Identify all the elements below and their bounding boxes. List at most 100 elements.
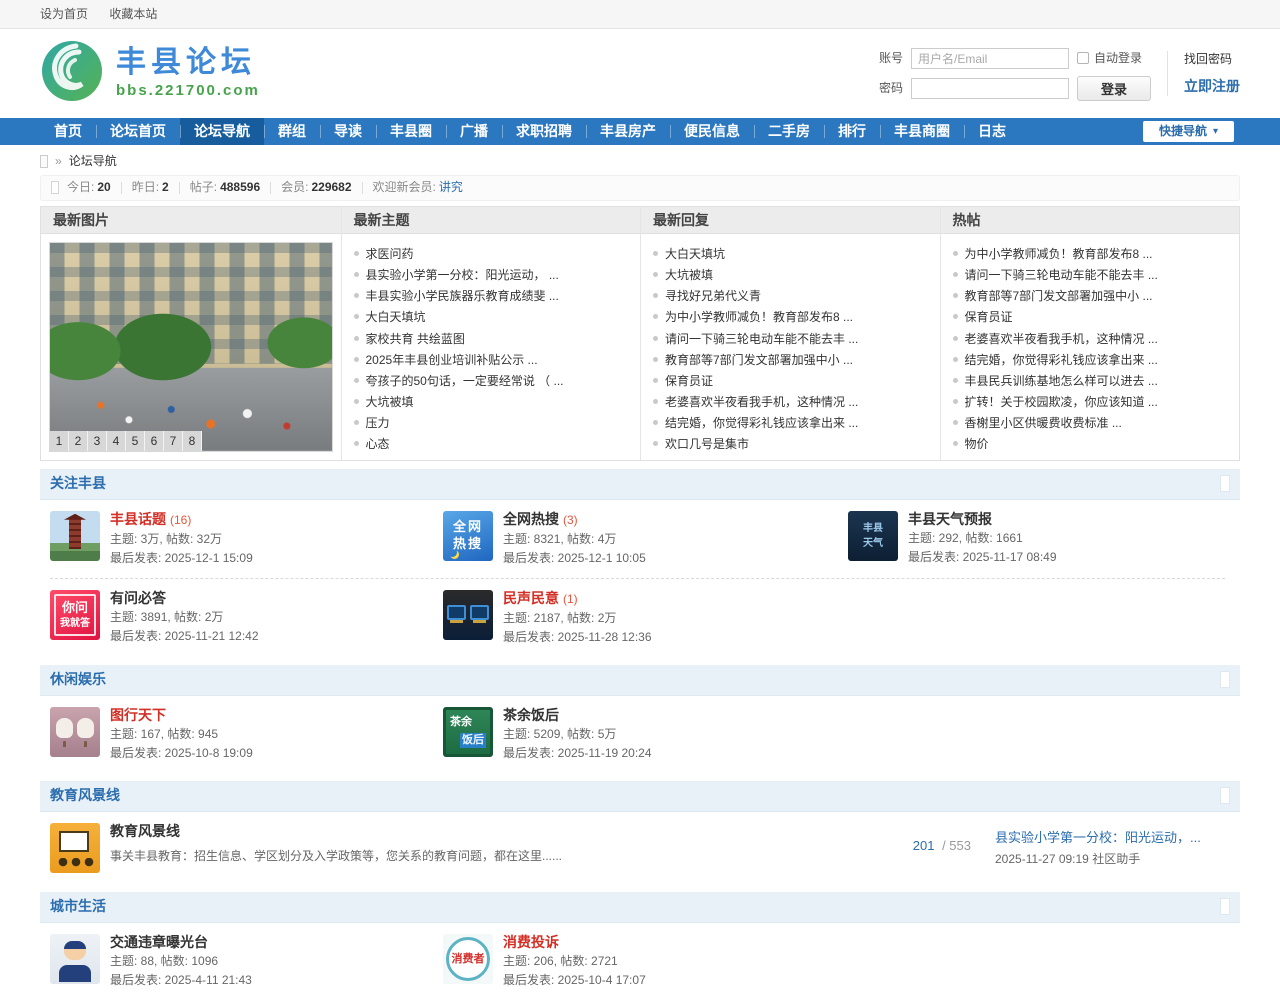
reply-link[interactable]: 教育部等7部门发文部署加强中小 ... — [665, 353, 853, 367]
topic-link[interactable]: 2025年丰县创业培训补贴公示 ... — [366, 353, 538, 367]
forum-link[interactable]: 有问必答 — [110, 590, 166, 606]
pagoda-forum-icon[interactable] — [50, 511, 100, 561]
latest-images-column: 最新图片 1 2 3 4 5 6 7 8 — [41, 207, 341, 460]
collapse-icon[interactable] — [1220, 787, 1230, 804]
latest-image[interactable]: 1 2 3 4 5 6 7 8 — [49, 242, 333, 452]
topic-link[interactable]: 家校共育 共绘蓝图 — [366, 332, 465, 346]
reply-link[interactable]: 请问一下骑三轮电动车能不能去丰 ... — [665, 332, 858, 346]
collapse-icon[interactable] — [1220, 671, 1230, 688]
hot-link[interactable]: 请问一下骑三轮电动车能不能去丰 ... — [965, 268, 1158, 282]
auto-login-checkbox[interactable] — [1077, 52, 1089, 64]
bookmark-link[interactable]: 收藏本站 — [109, 7, 157, 21]
hot-link[interactable]: 香榭里小区供暖费收费标准 ... — [965, 416, 1122, 430]
reply-link[interactable]: 大坑被填 — [665, 268, 713, 282]
reply-link[interactable]: 老婆喜欢半夜看我手机，这种情况 ... — [665, 395, 858, 409]
weather-forum-icon[interactable]: 丰县 天气 — [848, 511, 898, 561]
nav-real-estate[interactable]: 丰县房产 — [586, 118, 670, 145]
list-item: 教育部等7部门发文部署加强中小 ... — [653, 350, 930, 371]
topic-link[interactable]: 县实验小学第一分校：阳光运动， ... — [366, 268, 559, 282]
hot-search-forum-icon[interactable]: 全网 热搜 — [443, 511, 493, 561]
collapse-icon[interactable] — [1220, 475, 1230, 492]
login-button[interactable]: 登录 — [1077, 76, 1151, 101]
newest-member-link[interactable]: 讲究 — [439, 180, 463, 194]
login-panel: 账号 自动登录 密码 登录 找回密码 立即注册 — [879, 45, 1240, 102]
forum-link[interactable]: 教育风景线 — [110, 823, 180, 839]
reply-link[interactable]: 结完婚，你觉得彩礼钱应该拿出来 ... — [665, 416, 858, 430]
hot-link[interactable]: 丰县民兵训练基地怎么样可以进去 ... — [965, 374, 1158, 388]
password-input[interactable] — [911, 78, 1069, 99]
nav-business-circle[interactable]: 丰县商圈 — [880, 118, 964, 145]
education-forum-icon[interactable] — [50, 823, 100, 873]
page-button-6[interactable]: 6 — [145, 431, 164, 451]
nav-broadcast[interactable]: 广播 — [446, 118, 502, 145]
register-link[interactable]: 立即注册 — [1184, 77, 1240, 97]
hot-link[interactable]: 结完婚，你觉得彩礼钱应该拿出来 ... — [965, 353, 1158, 367]
topic-link[interactable]: 丰县实验小学民族器乐教育成绩斐 ... — [366, 289, 559, 303]
tea-chat-forum-icon[interactable]: 茶余 饭后 — [443, 707, 493, 757]
qa-forum-icon[interactable]: 你问 我就答 — [50, 590, 100, 640]
nav-blog[interactable]: 日志 — [964, 118, 1020, 145]
hot-posts-column: 热帖 为中小学教师减负！教育部发布8 ... 请问一下骑三轮电动车能不能去丰 .… — [940, 207, 1240, 460]
pets-photo-forum-icon[interactable] — [50, 707, 100, 757]
page-button-3[interactable]: 3 — [88, 431, 107, 451]
forum-link[interactable]: 丰县天气预报 — [908, 511, 992, 527]
topic-link[interactable]: 求医问药 — [366, 247, 414, 261]
topic-link[interactable]: 心态 — [366, 437, 390, 451]
page-button-2[interactable]: 2 — [69, 431, 88, 451]
page-button-8[interactable]: 8 — [183, 431, 202, 451]
hot-link[interactable]: 扩转！关于校园欺凌，你应该知道 ... — [965, 395, 1158, 409]
hot-link[interactable]: 教育部等7部门发文部署加强中小 ... — [965, 289, 1153, 303]
forum-link[interactable]: 交通违章曝光台 — [110, 934, 208, 950]
hot-link[interactable]: 物价 — [965, 437, 989, 451]
hot-link[interactable]: 为中小学教师减负！教育部发布8 ... — [965, 247, 1153, 261]
nav-groups[interactable]: 群组 — [264, 118, 320, 145]
nav-forum-navigation[interactable]: 论坛导航 — [180, 118, 264, 145]
topic-link[interactable]: 夸孩子的50句话，一定要经常说 （ ... — [366, 374, 564, 388]
last-post-link[interactable]: 县实验小学第一分校：阳光运动，... — [995, 829, 1230, 846]
latest-topics-column: 最新主题 求医问药 县实验小学第一分校：阳光运动， ... 丰县实验小学民族器乐… — [341, 207, 641, 460]
topic-link[interactable]: 大坑被填 — [366, 395, 414, 409]
hot-link[interactable]: 老婆喜欢半夜看我手机，这种情况 ... — [965, 332, 1158, 346]
collapse-icon[interactable] — [1220, 898, 1230, 915]
forum-link[interactable]: 全网热搜 — [503, 511, 559, 527]
account-input[interactable] — [911, 48, 1069, 69]
hot-link[interactable]: 保育员证 — [965, 310, 1013, 324]
site-logo[interactable]: 丰县论坛 bbs.221700.com — [40, 39, 260, 108]
page-button-4[interactable]: 4 — [107, 431, 126, 451]
stat-members: 会员:229682 — [281, 179, 351, 196]
reply-link[interactable]: 保育员证 — [665, 374, 713, 388]
divider — [121, 182, 122, 194]
nav-jobs[interactable]: 求职招聘 — [502, 118, 586, 145]
topic-link[interactable]: 压力 — [366, 416, 390, 430]
forum-link[interactable]: 茶余饭后 — [503, 707, 559, 723]
nav-forum-index[interactable]: 论坛首页 — [96, 118, 180, 145]
page-button-7[interactable]: 7 — [164, 431, 183, 451]
reply-link[interactable]: 大白天填坑 — [665, 247, 725, 261]
forum-link[interactable]: 图行天下 — [110, 707, 166, 723]
icon-text: 茶余 — [450, 715, 472, 730]
page-button-5[interactable]: 5 — [126, 431, 145, 451]
breadcrumb-current[interactable]: 论坛导航 — [69, 153, 117, 170]
forum-link[interactable]: 民声民意 — [503, 590, 559, 606]
reply-link[interactable]: 寻找好兄弟代义青 — [665, 289, 761, 303]
nav-ranking[interactable]: 排行 — [824, 118, 880, 145]
reply-link[interactable]: 为中小学教师减负！教育部发布8 ... — [665, 310, 853, 324]
nav-second-hand-house[interactable]: 二手房 — [754, 118, 824, 145]
forgot-password-link[interactable]: 找回密码 — [1184, 51, 1240, 68]
forum-link[interactable]: 丰县话题 — [110, 511, 166, 527]
nav-fengxian-circle[interactable]: 丰县圈 — [376, 118, 446, 145]
consumer-complaint-forum-icon[interactable]: 消费者 — [443, 934, 493, 984]
set-home-link[interactable]: 设为首页 — [40, 7, 88, 21]
quick-nav-button[interactable]: 快捷导航 ▾ — [1143, 121, 1234, 142]
forum-link[interactable]: 消费投诉 — [503, 934, 559, 950]
thread-count-link[interactable]: 201 — [913, 838, 935, 853]
public-voice-forum-icon[interactable] — [443, 590, 493, 640]
police-forum-icon[interactable] — [50, 934, 100, 984]
nav-home[interactable]: 首页 — [40, 118, 96, 145]
page-button-1[interactable]: 1 — [50, 431, 69, 451]
nav-convenience-info[interactable]: 便民信息 — [670, 118, 754, 145]
reply-link[interactable]: 欢口几号是集市 — [665, 437, 749, 451]
topic-link[interactable]: 大白天填坑 — [366, 310, 426, 324]
home-icon[interactable] — [40, 155, 48, 168]
nav-guide[interactable]: 导读 — [320, 118, 376, 145]
